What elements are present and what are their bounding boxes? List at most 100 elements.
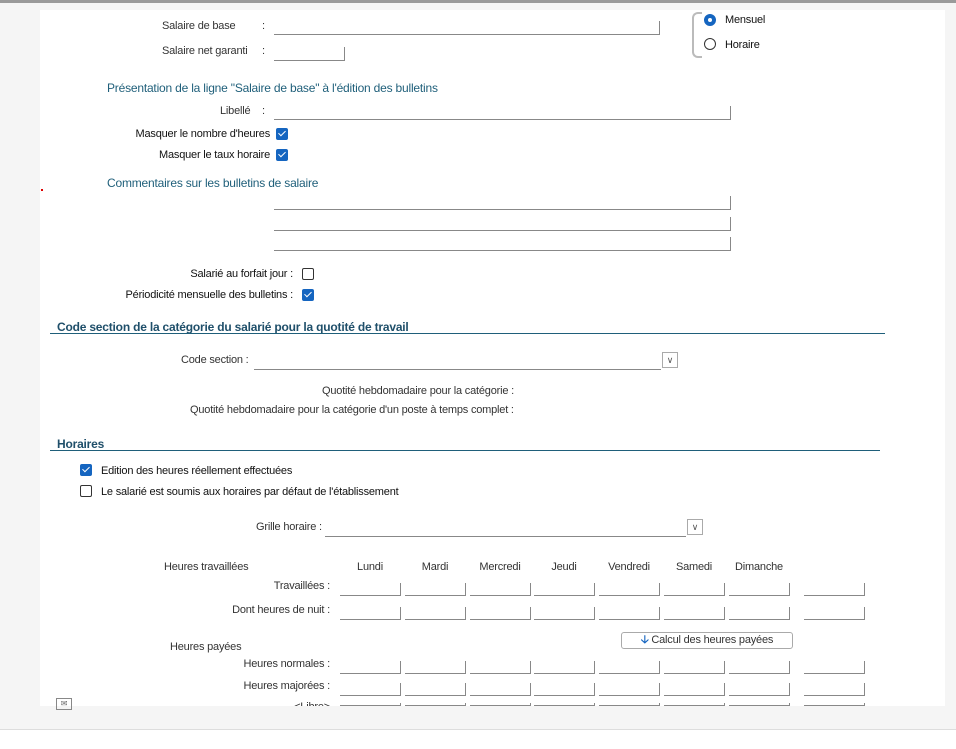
hours-input[interactable] — [599, 607, 660, 620]
arrow-down-icon: 🡣 — [640, 634, 649, 646]
radio-mensuel-label[interactable]: Mensuel — [725, 14, 765, 26]
radio-mensuel[interactable] — [704, 14, 716, 26]
hours-input[interactable] — [405, 607, 466, 620]
chevron-down-icon[interactable]: ∨ — [662, 352, 678, 368]
calcul-heures-label: Calcul des heures payées — [651, 634, 774, 646]
mail-icon[interactable]: ✉ — [56, 698, 72, 710]
hours-input[interactable] — [599, 703, 660, 706]
day-header: Mardi — [421, 561, 449, 573]
hours-input[interactable] — [340, 583, 401, 596]
hours-input[interactable] — [729, 607, 790, 620]
hours-input[interactable] — [729, 661, 790, 674]
hours-input[interactable] — [534, 703, 595, 706]
hours-input[interactable] — [405, 683, 466, 696]
code-section-select[interactable] — [254, 356, 661, 370]
hours-input[interactable] — [729, 703, 790, 706]
separator: : — [262, 105, 265, 117]
hours-input[interactable] — [664, 583, 725, 596]
day-header: Vendredi — [608, 561, 650, 573]
mask-rate-checkbox[interactable] — [276, 149, 288, 161]
window-top-border — [0, 0, 956, 3]
libelle-label: Libellé — [220, 105, 251, 117]
hours-input[interactable] — [534, 683, 595, 696]
salaire-base-label: Salaire de base — [162, 20, 236, 32]
hours-input[interactable] — [340, 607, 401, 620]
grille-label: Grille horaire : — [256, 521, 322, 533]
hours-total-input[interactable] — [804, 683, 865, 696]
hours-row-label: <Libre> — [150, 701, 330, 706]
hours-input[interactable] — [470, 683, 531, 696]
hours-input[interactable] — [729, 583, 790, 596]
section-rule — [50, 450, 880, 451]
day-header: Jeudi — [551, 561, 577, 573]
hours-row-label: Heures normales : — [243, 658, 331, 670]
radio-horaire[interactable] — [704, 38, 716, 50]
periodicite-checkbox[interactable] — [302, 289, 314, 301]
mask-hours-checkbox[interactable] — [276, 128, 288, 140]
hours-input[interactable] — [405, 583, 466, 596]
hours-input[interactable] — [599, 683, 660, 696]
footer — [0, 730, 956, 749]
hours-input[interactable] — [664, 683, 725, 696]
radio-horaire-label[interactable]: Horaire — [725, 39, 760, 51]
hours-total-input[interactable] — [804, 583, 865, 596]
radio-group-brace — [692, 12, 702, 58]
comment-line-1[interactable] — [274, 196, 731, 210]
hours-input[interactable] — [729, 683, 790, 696]
hours-input[interactable] — [470, 583, 531, 596]
salaire-base-input[interactable] — [274, 21, 660, 35]
hours-input[interactable] — [599, 583, 660, 596]
heures-travaillees-title: Heures travaillées — [164, 561, 249, 573]
periodicite-label: Périodicité mensuelle des bulletins : — [125, 289, 294, 301]
hours-input[interactable] — [470, 703, 531, 706]
hours-input[interactable] — [405, 661, 466, 674]
forfait-checkbox[interactable] — [302, 268, 314, 280]
hours-input[interactable] — [534, 607, 595, 620]
section-rule — [50, 333, 885, 334]
comment-line-2[interactable] — [274, 217, 731, 231]
hours-row-label: Travaillées : — [273, 580, 330, 592]
code-section-title: Code section de la catégorie du salarié … — [57, 320, 409, 334]
hours-row-label: Dont heures de nuit : — [232, 604, 330, 616]
hours-input[interactable] — [405, 703, 466, 706]
mask-hours-label: Masquer le nombre d'heures — [135, 128, 271, 140]
day-header: Samedi — [675, 561, 713, 573]
hours-total-input[interactable] — [804, 607, 865, 620]
grille-select[interactable] — [325, 523, 686, 537]
hours-input[interactable] — [664, 661, 725, 674]
calcul-heures-button[interactable]: 🡣 Calcul des heures payées — [621, 632, 793, 649]
hours-input[interactable] — [534, 583, 595, 596]
hours-row-label: Heures majorées : — [243, 680, 331, 692]
hours-input[interactable] — [599, 661, 660, 674]
hours-input[interactable] — [470, 607, 531, 620]
hours-total-input[interactable] — [804, 661, 865, 674]
mask-rate-label: Masquer le taux horaire — [159, 149, 270, 161]
hours-input[interactable] — [470, 661, 531, 674]
code-section-label: Code section : — [181, 354, 249, 366]
comments-title: Commentaires sur les bulletins de salair… — [107, 176, 319, 190]
salaire-net-input[interactable] — [274, 47, 345, 61]
comment-line-3[interactable] — [274, 237, 731, 251]
chevron-down-icon[interactable]: ∨ — [687, 519, 703, 535]
required-marker — [41, 189, 43, 191]
hours-input[interactable] — [664, 703, 725, 706]
quotite-categorie: Quotité hebdomadaire pour la catégorie : — [322, 385, 514, 397]
hours-input[interactable] — [340, 661, 401, 674]
separator: : — [262, 20, 265, 32]
day-header: Dimanche — [735, 561, 783, 573]
hours-total-input[interactable] — [804, 703, 865, 706]
day-header: Lundi — [357, 561, 383, 573]
hours-input[interactable] — [340, 683, 401, 696]
day-header: Mercredi — [479, 561, 521, 573]
separator: : — [262, 45, 265, 57]
forfait-label: Salarié au forfait jour : — [190, 268, 293, 280]
defaut-label: Le salarié est soumis aux horaires par d… — [101, 486, 399, 498]
libelle-input[interactable] — [274, 106, 731, 120]
edition-checkbox[interactable] — [80, 464, 92, 476]
edition-label: Edition des heures réellement effectuées — [101, 465, 293, 477]
hours-input[interactable] — [340, 703, 401, 706]
hours-input[interactable] — [534, 661, 595, 674]
defaut-checkbox[interactable] — [80, 485, 92, 497]
hours-input[interactable] — [664, 607, 725, 620]
heures-payees-title: Heures payées — [170, 641, 242, 653]
